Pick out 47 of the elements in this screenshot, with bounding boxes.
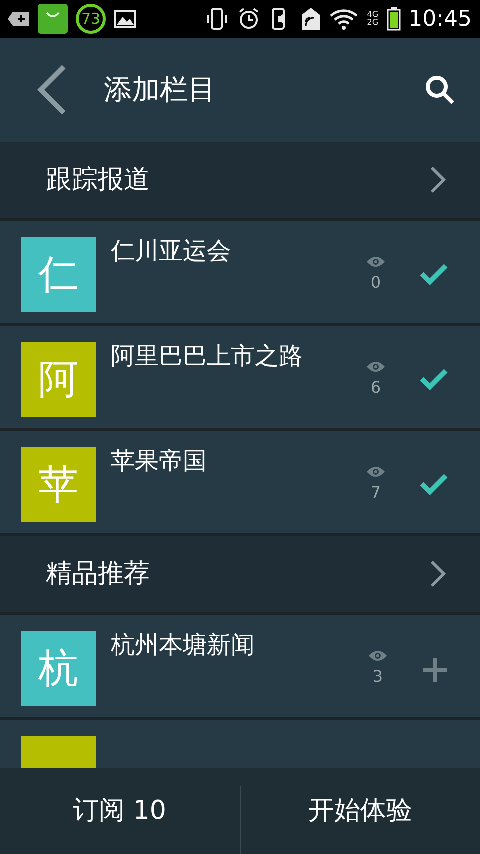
channel-row[interactable]: 杭 杭州本塘新闻 3 bbox=[0, 615, 480, 720]
network-type-label: 4G bbox=[367, 11, 379, 19]
section-title: 跟踪报道 bbox=[46, 164, 151, 196]
page-title: 添加栏目 bbox=[104, 72, 217, 108]
channel-name: 阿里巴巴上市之路 bbox=[111, 344, 304, 368]
alarm-icon bbox=[237, 7, 262, 31]
wifi-icon bbox=[329, 8, 360, 30]
check-icon[interactable] bbox=[420, 368, 448, 390]
plus-icon[interactable] bbox=[422, 657, 448, 683]
eye-icon bbox=[366, 255, 386, 269]
section-header[interactable]: 跟踪报道 bbox=[0, 142, 480, 221]
channel-tile: 仁 bbox=[21, 237, 96, 312]
channel-row[interactable]: 苹 苹果帝国 7 bbox=[0, 431, 480, 536]
eye-icon bbox=[366, 465, 386, 479]
channel-row[interactable]: 仁 仁川亚运会 0 bbox=[0, 221, 480, 326]
channel-name: 杭州本塘新闻 bbox=[111, 633, 256, 657]
check-icon[interactable] bbox=[420, 263, 448, 285]
battery-saver-badge: 73 bbox=[76, 4, 106, 34]
view-count: 7 bbox=[370, 485, 382, 501]
view-count: 6 bbox=[370, 380, 382, 396]
eye-icon bbox=[366, 360, 386, 374]
clock-time: 10:45 bbox=[408, 6, 472, 34]
back-icon[interactable] bbox=[36, 65, 68, 115]
channel-name: 苹果帝国 bbox=[111, 449, 208, 473]
shopping-bag-icon bbox=[38, 4, 68, 34]
chevron-right-icon bbox=[430, 560, 446, 588]
vibrate-icon bbox=[205, 7, 230, 31]
start-button[interactable]: 开始体验 bbox=[240, 768, 480, 854]
subscribe-button[interactable]: 订阅 10 bbox=[0, 768, 240, 854]
channel-row[interactable]: 阿 阿里巴巴上市之路 6 bbox=[0, 326, 480, 431]
channel-tile: 苹 bbox=[21, 447, 96, 522]
battery-icon bbox=[386, 7, 401, 31]
check-icon[interactable] bbox=[420, 473, 448, 495]
add-icon bbox=[8, 11, 30, 27]
eye-icon bbox=[368, 649, 388, 663]
section-header[interactable]: 精品推荐 bbox=[0, 536, 480, 615]
image-icon bbox=[114, 10, 136, 28]
network-type-label: 2G bbox=[367, 19, 379, 27]
channel-name: 仁川亚运会 bbox=[111, 239, 232, 263]
chevron-right-icon bbox=[430, 166, 446, 194]
channel-tile: 杭 bbox=[21, 631, 96, 706]
view-count: 3 bbox=[372, 669, 384, 685]
view-count: 0 bbox=[370, 275, 382, 291]
channel-tile: 阿 bbox=[21, 342, 96, 417]
channel-row[interactable] bbox=[0, 720, 480, 768]
search-icon[interactable] bbox=[424, 74, 456, 106]
section-title: 精品推荐 bbox=[46, 558, 151, 590]
